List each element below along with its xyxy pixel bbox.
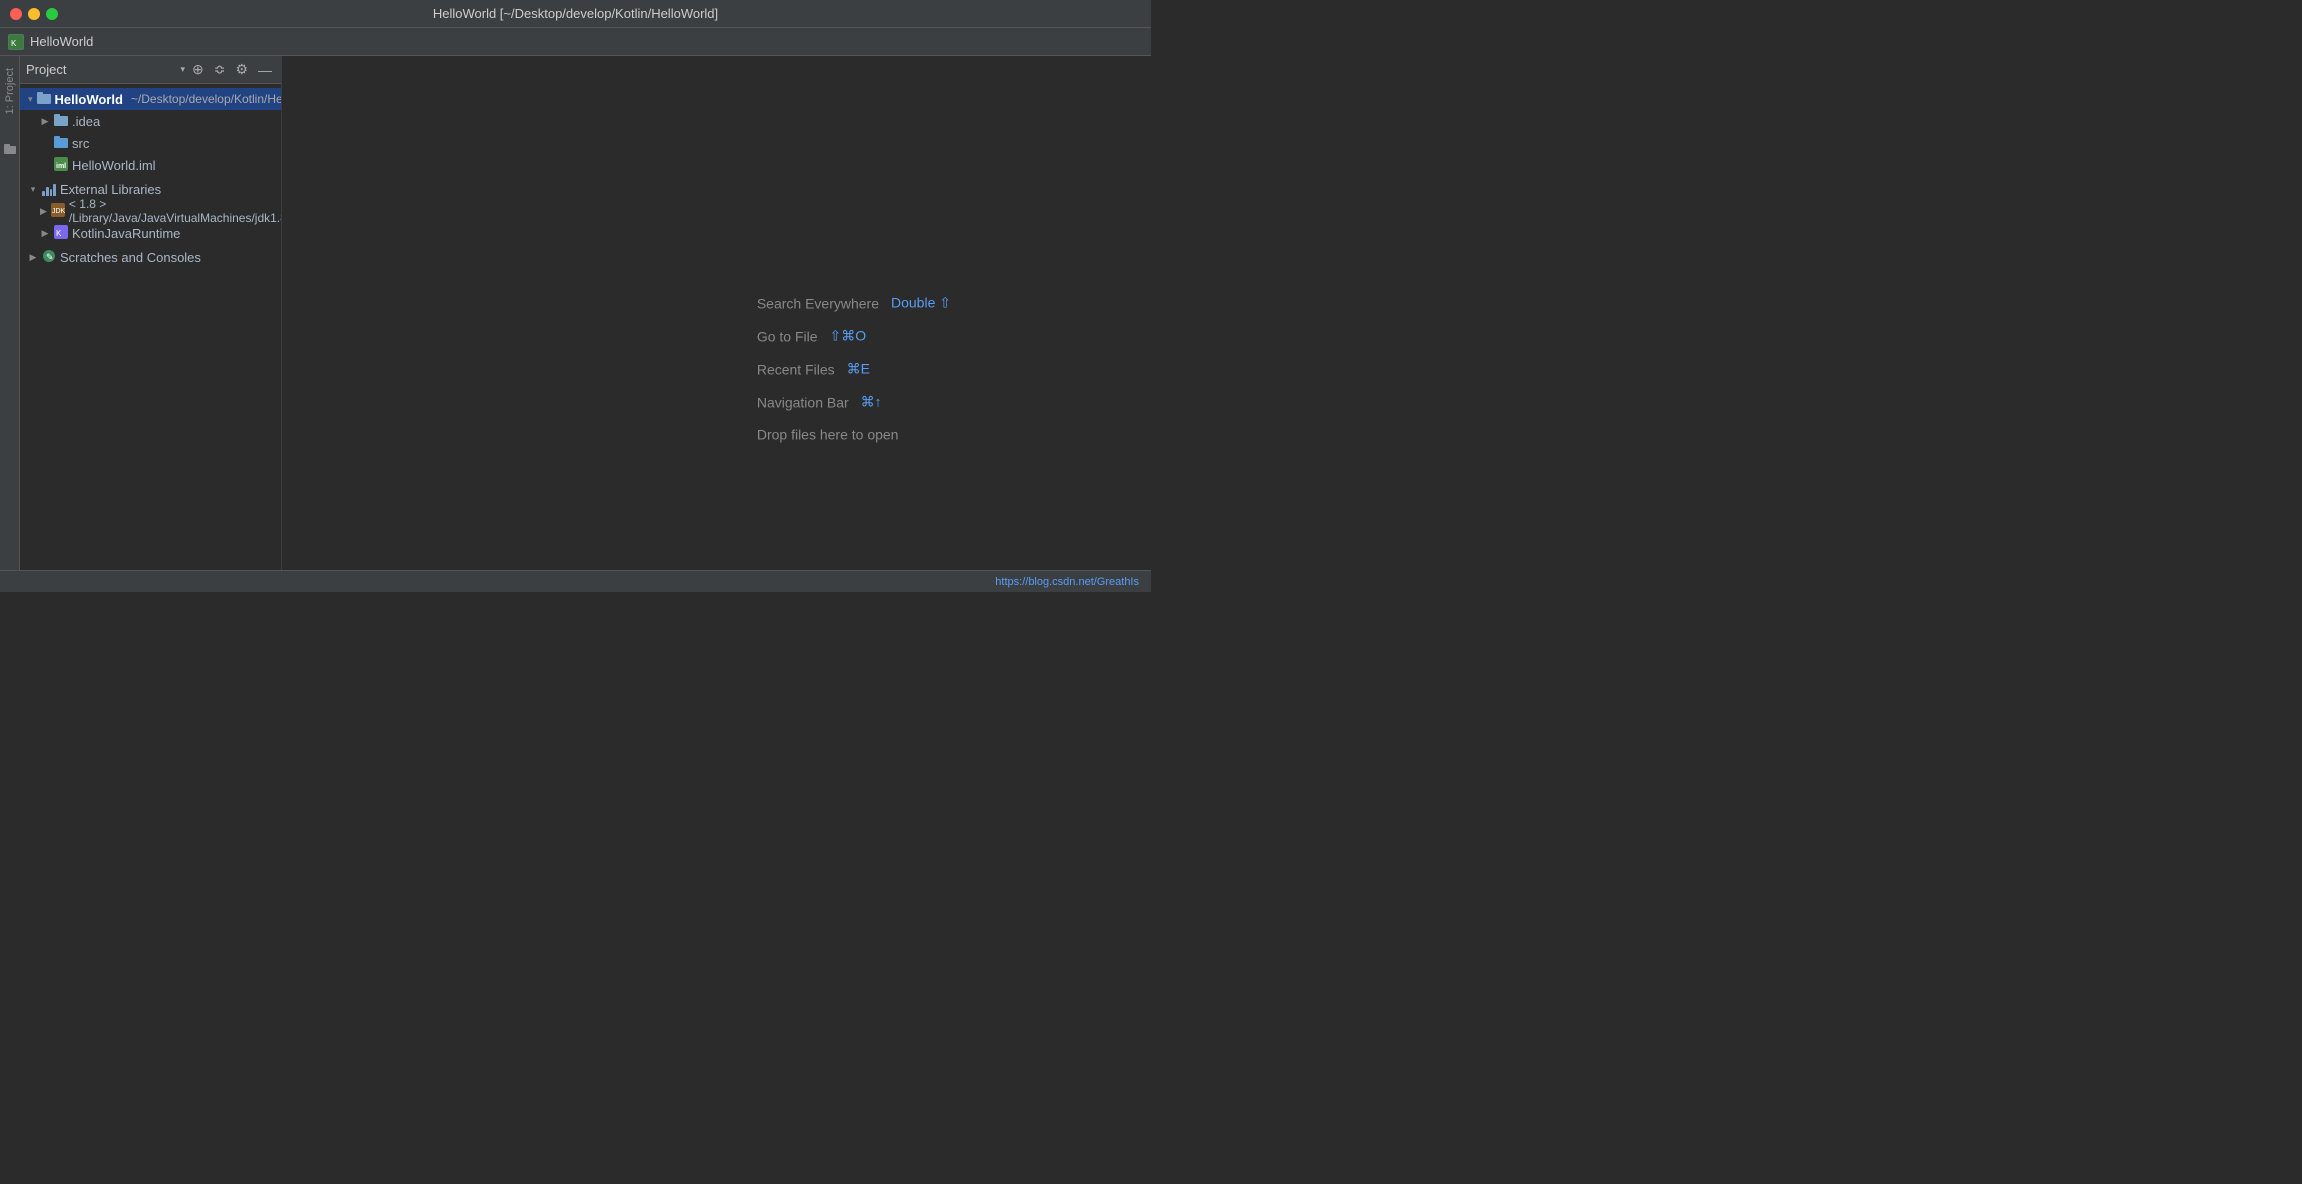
shortcut-drop-files: Drop files here to open <box>757 426 951 442</box>
scratches-icon: ✎ <box>42 249 56 266</box>
project-panel-title: Project <box>26 62 176 77</box>
tree-arrow-extlibs: ▾ <box>28 184 38 195</box>
tree-root-path: ~/Desktop/develop/Kotlin/HelloWorld <box>131 92 281 106</box>
app-icon: K <box>8 34 24 50</box>
svg-text:✎: ✎ <box>46 252 54 262</box>
svg-text:iml: iml <box>56 163 66 170</box>
tree-item-jdk[interactable]: ▶ JDK < 1.8 > /Library/Java/JavaVirtualM… <box>20 200 281 222</box>
toolbar-minimize-btn[interactable]: — <box>255 60 275 80</box>
tree-item-label-idea: .idea <box>72 114 100 129</box>
tree-arrow-scratches: ▶ <box>28 252 38 263</box>
kotlin-runtime-icon: K <box>54 225 68 242</box>
shortcut-label-drop: Drop files here to open <box>757 426 899 442</box>
shortcut-label-search: Search Everywhere <box>757 295 879 311</box>
extlibs-icon <box>42 182 56 196</box>
bar-chart-icon <box>42 182 56 196</box>
tree-arrow-src: ▶ <box>40 138 50 149</box>
tree-item-label-jdk: < 1.8 > /Library/Java/JavaVirtualMachine… <box>69 197 281 225</box>
file-tree: ▾ HelloWorld ~/Desktop/develop/Kotlin/He… <box>20 84 281 592</box>
tree-item-root[interactable]: ▾ HelloWorld ~/Desktop/develop/Kotlin/He… <box>20 88 281 110</box>
toolbar-scroll-btn[interactable]: ≎ <box>211 59 229 80</box>
project-panel: Project ▾ ⊕ ≎ ⚙ — ▾ HelloWorld ~/Desktop… <box>20 56 282 592</box>
close-button[interactable] <box>10 8 22 20</box>
shortcut-key-nav: ⌘↑ <box>861 393 882 410</box>
shortcut-key-recent: ⌘E <box>847 360 870 377</box>
shortcut-key-search: Double ⇧ <box>891 294 951 311</box>
tree-item-iml[interactable]: ▶ iml HelloWorld.iml <box>20 154 281 176</box>
shortcut-label-recent: Recent Files <box>757 361 835 377</box>
minimize-button[interactable] <box>28 8 40 20</box>
tree-arrow-kotlin-runtime: ▶ <box>40 228 50 239</box>
main-layout: 1: Project Project ▾ ⊕ ≎ ⚙ — ▾ <box>0 56 1151 592</box>
project-toolbar: Project ▾ ⊕ ≎ ⚙ — <box>20 56 281 84</box>
side-tab-bar: 1: Project <box>0 56 20 592</box>
folder-tab-icon[interactable] <box>3 142 17 159</box>
jdk-icon: JDK <box>51 203 65 220</box>
tree-item-label-iml: HelloWorld.iml <box>72 158 156 173</box>
traffic-lights <box>10 8 58 20</box>
tree-arrow-jdk: ▶ <box>40 206 47 217</box>
status-bar: https://blog.csdn.net/GreathIs <box>0 570 1151 592</box>
shortcut-search-everywhere: Search Everywhere Double ⇧ <box>757 294 951 311</box>
shortcut-label-nav: Navigation Bar <box>757 394 849 410</box>
iml-icon: iml <box>54 157 68 174</box>
shortcut-hints: Search Everywhere Double ⇧ Go to File ⇧⌘… <box>757 294 951 442</box>
window-title: HelloWorld [~/Desktop/develop/Kotlin/Hel… <box>433 6 718 21</box>
svg-text:K: K <box>11 39 17 48</box>
tree-item-label-src: src <box>72 136 89 151</box>
status-link[interactable]: https://blog.csdn.net/GreathIs <box>995 576 1139 588</box>
app-header: K HelloWorld <box>0 28 1151 56</box>
tree-item-idea[interactable]: ▶ .idea <box>20 110 281 132</box>
toolbar-gear-btn[interactable]: ⚙ <box>232 59 251 80</box>
folder-icon-idea <box>54 113 68 129</box>
shortcut-go-to-file: Go to File ⇧⌘O <box>757 327 951 344</box>
app-title: HelloWorld <box>30 34 93 49</box>
project-tab[interactable]: 1: Project <box>1 60 19 122</box>
maximize-button[interactable] <box>46 8 58 20</box>
tree-item-src[interactable]: ▶ src <box>20 132 281 154</box>
shortcut-recent-files: Recent Files ⌘E <box>757 360 951 377</box>
tree-arrow-iml: ▶ <box>40 160 50 171</box>
shortcut-label-goto: Go to File <box>757 328 818 344</box>
toolbar-add-btn[interactable]: ⊕ <box>189 59 207 80</box>
tree-root-label: HelloWorld <box>55 92 123 107</box>
svg-text:JDK: JDK <box>52 208 65 215</box>
svg-text:K: K <box>56 229 62 238</box>
tree-item-kotlin-runtime[interactable]: ▶ K KotlinJavaRuntime <box>20 222 281 244</box>
editor-area: Search Everywhere Double ⇧ Go to File ⇧⌘… <box>282 56 1151 592</box>
tree-item-scratches[interactable]: ▶ ✎ Scratches and Consoles <box>20 246 281 268</box>
tree-arrow-idea: ▶ <box>40 116 50 127</box>
shortcut-navigation-bar: Navigation Bar ⌘↑ <box>757 393 951 410</box>
tree-arrow-root: ▾ <box>28 94 33 105</box>
tree-item-label-scratches: Scratches and Consoles <box>60 250 201 265</box>
tree-item-label-extlibs: External Libraries <box>60 182 161 197</box>
folder-icon-src <box>54 135 68 151</box>
title-bar: HelloWorld [~/Desktop/develop/Kotlin/Hel… <box>0 0 1151 28</box>
shortcut-key-goto: ⇧⌘O <box>830 327 867 344</box>
project-dropdown-arrow[interactable]: ▾ <box>180 64 185 75</box>
folder-icon-root <box>37 91 51 107</box>
tree-item-label-kotlin-runtime: KotlinJavaRuntime <box>72 226 180 241</box>
